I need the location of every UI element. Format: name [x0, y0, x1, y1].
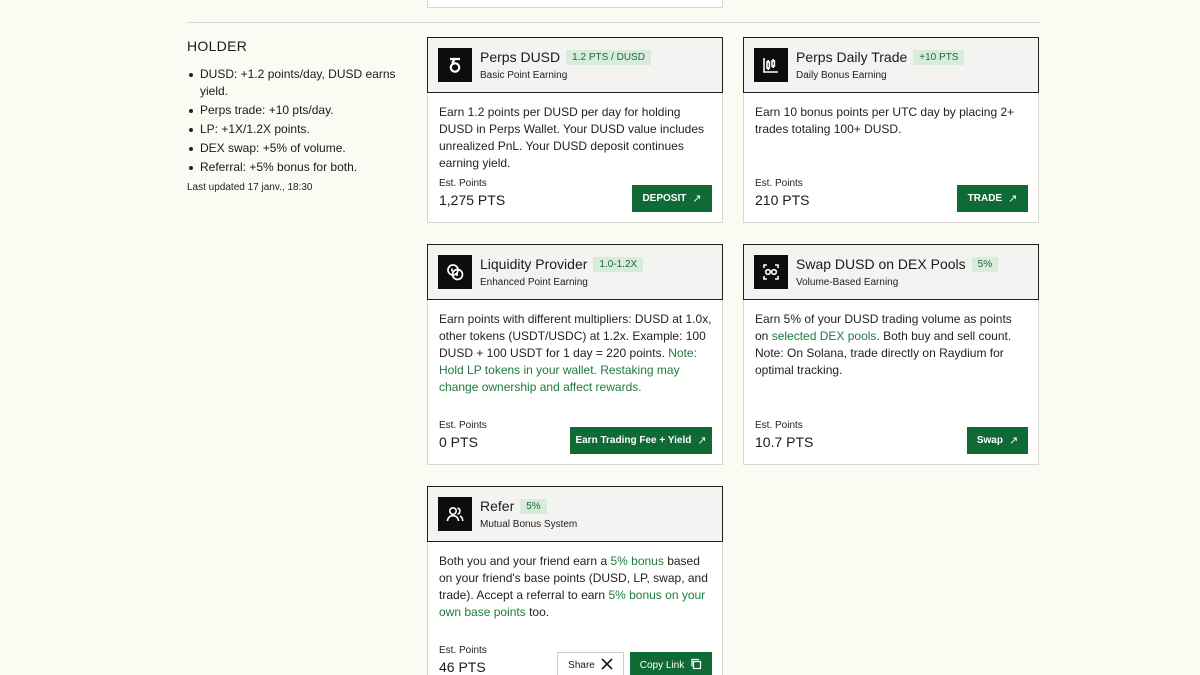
est-points-value: 46 PTS	[439, 659, 486, 675]
arrow-up-right-icon: ↗	[697, 435, 707, 447]
card-title: Perps DUSD	[480, 49, 561, 65]
holder-list: DUSD: +1.2 points/day, DUSD earns yield.…	[187, 66, 407, 176]
card-subtitle: Enhanced Point Earning	[480, 277, 588, 288]
list-item: DEX swap: +5% of volume.	[187, 140, 407, 157]
est-points-value: 0 PTS	[439, 434, 478, 450]
card-header: Swap DUSD on DEX Pools 5% Volume-Based Ea…	[743, 244, 1039, 300]
card-perps-daily-trade: Perps Daily Trade +10 PTS Daily Bonus Ear…	[743, 37, 1039, 223]
est-points-value: 210 PTS	[755, 192, 810, 208]
previous-card-bottom	[427, 0, 723, 8]
share-button[interactable]: Share	[557, 652, 624, 675]
est-points: Est. Points 46 PTS	[439, 645, 487, 675]
card-title: Liquidity Provider	[480, 256, 588, 272]
list-item: Referral: +5% bonus for both.	[187, 159, 407, 176]
trade-label: TRADE	[967, 193, 1003, 204]
earn-trading-fee-button[interactable]: Earn Trading Fee + Yield ↗	[570, 427, 712, 454]
points-badge: 1.2 PTS / DUSD	[566, 50, 651, 65]
list-item: DUSD: +1.2 points/day, DUSD earns yield.	[187, 66, 407, 100]
swap-button[interactable]: Swap ↗	[967, 427, 1028, 454]
est-points: Est. Points 10.7 PTS	[755, 420, 813, 450]
est-points-label: Est. Points	[755, 420, 803, 431]
card-swap-dusd: Swap DUSD on DEX Pools 5% Volume-Based Ea…	[743, 244, 1039, 465]
list-item: Perps trade: +10 pts/day.	[187, 102, 407, 119]
last-updated: Last updated 17 janv., 18:30	[187, 182, 313, 193]
description-text: Both you and your friend earn a	[439, 554, 608, 568]
card-description: Earn 10 bonus points per UTC day by plac…	[755, 105, 1015, 136]
est-points: Est. Points 0 PTS	[439, 420, 487, 450]
card-title: Swap DUSD on DEX Pools	[796, 256, 966, 272]
trade-button[interactable]: TRADE ↗	[957, 185, 1028, 212]
volume-badge: 5%	[971, 257, 999, 272]
section-divider	[187, 22, 1040, 23]
list-item: LP: +1X/1.2X points.	[187, 121, 407, 138]
est-points-label: Est. Points	[755, 178, 803, 189]
card-perps-dusd: Perps DUSD 1.2 PTS / DUSD Basic Point Ear…	[427, 37, 723, 223]
card-title: Perps Daily Trade	[796, 49, 908, 65]
swap-icon	[754, 255, 788, 289]
est-points: Est. Points 1,275 PTS	[439, 178, 505, 208]
card-description: Earn points with different multipliers: …	[428, 300, 722, 396]
multiplier-badge: 1.0-1.2X	[593, 257, 644, 272]
deposit-label: DEPOSIT	[642, 193, 687, 204]
earn-trading-fee-label: Earn Trading Fee + Yield	[575, 435, 692, 446]
description-text: too.	[529, 605, 550, 619]
copy-link-label: Copy Link	[639, 660, 685, 671]
candlestick-chart-icon	[754, 48, 788, 82]
holder-summary: HOLDER DUSD: +1.2 points/day, DUSD earns…	[187, 38, 407, 193]
bonus-badge: 5%	[520, 499, 547, 514]
card-liquidity-provider: Liquidity Provider 1.0-1.2X Enhanced Poin…	[427, 244, 723, 465]
swap-label: Swap	[976, 435, 1003, 446]
description-text: . Both buy and sell count.	[876, 329, 1012, 343]
est-points-value: 10.7 PTS	[755, 434, 814, 450]
card-header: Perps DUSD 1.2 PTS / DUSD Basic Point Ear…	[427, 37, 723, 93]
share-label: Share	[568, 660, 595, 671]
card-refer: Refer 5% Mutual Bonus System Both you and…	[427, 486, 723, 675]
card-header: Refer 5% Mutual Bonus System	[427, 486, 723, 542]
bonus-highlight: 5% bonus	[610, 554, 664, 568]
coins-icon	[438, 255, 472, 289]
card-description: Both you and your friend earn a 5% bonus…	[428, 542, 722, 621]
est-points: Est. Points 210 PTS	[755, 178, 809, 208]
arrow-up-right-icon: ↗	[1008, 193, 1018, 205]
card-subtitle: Mutual Bonus System	[480, 519, 578, 530]
card-subtitle: Basic Point Earning	[480, 70, 568, 81]
card-subtitle: Daily Bonus Earning	[796, 70, 887, 81]
card-header: Liquidity Provider 1.0-1.2X Enhanced Poin…	[427, 244, 723, 300]
users-icon	[438, 497, 472, 531]
card-header: Perps Daily Trade +10 PTS Daily Bonus Ear…	[743, 37, 1039, 93]
x-logo-icon	[601, 658, 613, 673]
arrow-up-right-icon: ↗	[692, 193, 702, 205]
deposit-button[interactable]: DEPOSIT ↗	[632, 185, 712, 212]
card-subtitle: Volume-Based Earning	[796, 277, 899, 288]
dusd-logo-icon	[438, 48, 472, 82]
copy-link-button[interactable]: Copy Link	[630, 652, 712, 675]
est-points-label: Est. Points	[439, 645, 487, 656]
card-description: Earn 1.2 points per DUSD per day for hol…	[439, 105, 705, 170]
est-points-label: Est. Points	[439, 420, 487, 431]
holder-heading: HOLDER	[187, 38, 248, 54]
dex-pools-link[interactable]: selected DEX pools	[772, 329, 877, 343]
est-points-value: 1,275 PTS	[439, 192, 506, 208]
points-badge: +10 PTS	[913, 50, 965, 65]
arrow-up-right-icon: ↗	[1008, 435, 1019, 447]
est-points-label: Est. Points	[439, 178, 487, 189]
card-description: Earn 5% of your DUSD trading volume as p…	[744, 300, 1038, 379]
card-title: Refer	[480, 498, 515, 514]
solana-note: Note: On Solana, trade directly on Raydi…	[755, 346, 1004, 377]
copy-icon	[690, 658, 702, 673]
